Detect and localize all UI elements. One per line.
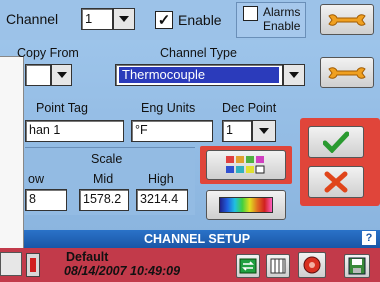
transfer-button[interactable] [236, 254, 260, 278]
chevron-down-icon [289, 72, 299, 78]
enable-label: Enable [178, 12, 222, 28]
copy-from-label: Copy From [17, 46, 79, 60]
floppy-disk-icon [348, 257, 366, 275]
channel-setup-titlebar: CHANNEL SETUP ? [24, 230, 380, 248]
scale-label: Scale [91, 152, 123, 166]
chevron-down-icon [259, 128, 269, 134]
status-datetime: 08/14/2007 10:49:09 [64, 264, 181, 278]
alarm-settings-button[interactable] [320, 4, 374, 35]
alarms-enable-checkbox[interactable] [243, 6, 258, 21]
save-button[interactable] [344, 254, 370, 278]
color-palette-button[interactable] [206, 150, 286, 180]
low-input[interactable]: 8 [25, 189, 67, 211]
wrench-icon [328, 13, 366, 26]
channel-label: Channel [6, 11, 59, 27]
mid-label: Mid [93, 172, 114, 186]
grid-view-button[interactable] [266, 254, 290, 278]
partial-window [0, 56, 24, 256]
channel-type-settings-button[interactable] [320, 57, 374, 88]
chevron-down-icon [119, 16, 129, 22]
partial-button[interactable] [0, 252, 22, 276]
gradient-icon [219, 197, 273, 213]
channel-type-label: Channel Type [160, 46, 237, 60]
channel-type-value: Thermocouple [119, 67, 279, 83]
dec-point-label: Dec Point [222, 101, 277, 115]
channel-dropdown-button[interactable] [113, 8, 135, 30]
alarm-bell-button[interactable] [298, 252, 326, 278]
low-label: ow [28, 172, 44, 186]
wrench-icon [328, 66, 366, 79]
transfer-icon [239, 258, 257, 274]
high-input[interactable]: 3214.4 [136, 189, 188, 211]
alarms-label-line1: Alarms [263, 5, 301, 19]
mid-input[interactable]: 1578.2 [79, 189, 129, 211]
close-icon [324, 171, 348, 193]
copy-from-select[interactable] [25, 64, 51, 86]
channel-type-select[interactable]: Thermocouple [115, 64, 283, 86]
point-tag-input[interactable]: han 1 [25, 120, 124, 142]
alarm-bell-icon [303, 256, 321, 274]
color-gradient-button[interactable] [206, 190, 286, 220]
alarms-label-line2: Enable [263, 19, 301, 33]
status-name: Default [66, 250, 109, 264]
eng-units-label: Eng Units [141, 101, 196, 115]
dec-point-select[interactable]: 1 [222, 120, 252, 142]
help-button[interactable]: ? [362, 231, 376, 245]
point-tag-label: Point Tag [36, 101, 88, 115]
high-label: High [148, 172, 174, 186]
table-icon [270, 258, 286, 274]
dec-point-dropdown-button[interactable] [252, 120, 276, 142]
channel-select[interactable]: 1 [81, 8, 113, 30]
alarm-indicator-icon [26, 253, 40, 277]
color-palette-icon [226, 156, 265, 174]
cancel-button[interactable] [308, 166, 364, 198]
page-title: CHANNEL SETUP [144, 232, 251, 246]
enable-checkbox[interactable]: ✓ [155, 11, 173, 29]
checkmark-icon [323, 131, 349, 153]
ok-button[interactable] [308, 126, 364, 158]
eng-units-input[interactable]: °F [131, 120, 213, 142]
channel-type-dropdown-button[interactable] [283, 64, 305, 86]
copy-from-dropdown-button[interactable] [51, 64, 72, 86]
chevron-down-icon [56, 72, 67, 78]
